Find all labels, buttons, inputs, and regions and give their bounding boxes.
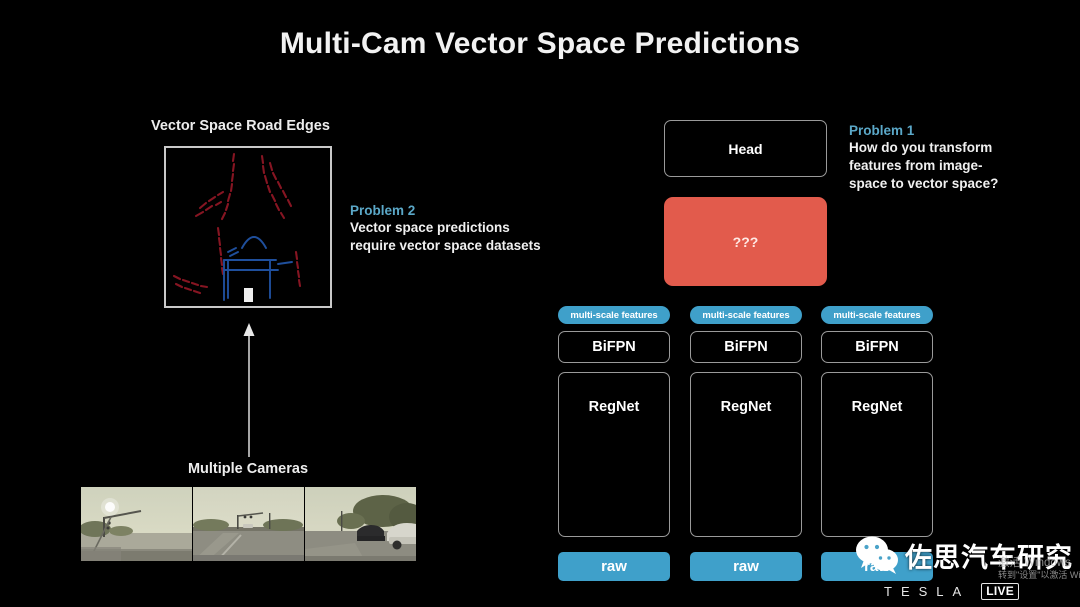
multi-scale-features-pill-3: multi-scale features — [821, 306, 933, 324]
problem-1-heading: Problem 1 — [849, 123, 915, 138]
unknown-transform-label: ??? — [732, 233, 759, 250]
problem-2-body: Vector space predictions require vector … — [350, 220, 541, 253]
upward-flow-arrow — [243, 323, 255, 457]
wechat-icon — [856, 536, 898, 574]
unknown-transform-block: ??? — [664, 197, 827, 286]
slide-root: Multi-Cam Vector Space Predictions Vecto… — [0, 0, 1080, 607]
tesla-wordmark: TESLA — [884, 584, 971, 599]
camera-view-left — [81, 487, 192, 561]
regnet-block-1: RegNet — [558, 372, 670, 537]
head-block: Head — [664, 120, 827, 177]
raw-input-1: raw — [558, 552, 670, 581]
head-block-label: Head — [728, 140, 763, 157]
problem-1-body: How do you transform features from image… — [849, 140, 999, 191]
regnet-block-2: RegNet — [690, 372, 802, 537]
windows-activation-watermark: 激活 Windows 转到"设置"以激活 Windows。 — [998, 556, 1080, 582]
multi-scale-features-pill-2: multi-scale features — [690, 306, 802, 324]
regnet-block-3: RegNet — [821, 372, 933, 537]
camera-view-center — [193, 487, 304, 561]
tesla-live-watermark: TESLA LIVE — [884, 583, 1020, 600]
windows-activation-line1: 激活 Windows — [998, 557, 1071, 569]
problem-1-callout: Problem 1 How do you transform features … — [849, 123, 1039, 192]
bifpn-block-1: BiFPN — [558, 331, 670, 363]
problem-2-heading: Problem 2 — [350, 203, 416, 218]
vector-space-label: Vector Space Road Edges — [151, 118, 330, 134]
vector-space-visualization — [164, 146, 332, 308]
live-badge: LIVE — [981, 583, 1020, 600]
multi-scale-features-pill-1: multi-scale features — [558, 306, 670, 324]
camera-strip — [81, 487, 416, 561]
multiple-cameras-label: Multiple Cameras — [187, 461, 309, 477]
bifpn-block-2: BiFPN — [690, 331, 802, 363]
page-title: Multi-Cam Vector Space Predictions — [279, 27, 801, 60]
bifpn-block-3: BiFPN — [821, 331, 933, 363]
raw-input-2: raw — [690, 552, 802, 581]
windows-activation-line2: 转到"设置"以激活 Windows。 — [998, 570, 1080, 581]
camera-view-right — [305, 487, 416, 561]
road-edges-plot — [166, 148, 330, 306]
problem-2-callout: Problem 2 Vector space predictions requi… — [350, 203, 585, 255]
